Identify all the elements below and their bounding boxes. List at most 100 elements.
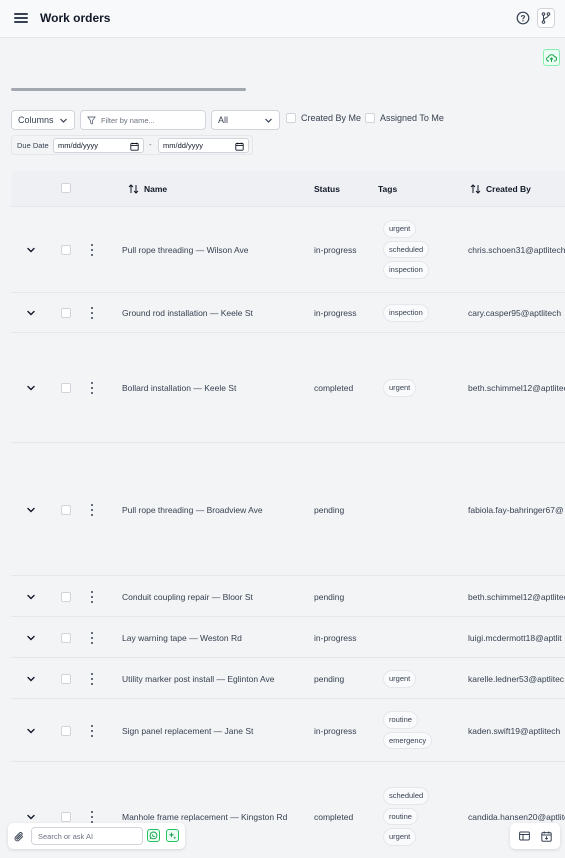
select-all-checkbox[interactable] bbox=[61, 183, 71, 193]
created-by-value: karelle.ledner53@aptlitec bbox=[468, 674, 565, 684]
more-vertical-icon[interactable] bbox=[89, 632, 95, 644]
tag-badge: scheduled bbox=[383, 787, 430, 805]
tag-list: routine emergency bbox=[383, 711, 433, 749]
row-checkbox[interactable] bbox=[61, 505, 71, 515]
status-value: in-progress bbox=[314, 633, 357, 643]
work-order-name[interactable]: Sign panel replacement — Jane St bbox=[122, 726, 253, 736]
tag-list: scheduled routine urgent bbox=[383, 787, 430, 846]
chevron-down-icon[interactable] bbox=[25, 504, 37, 516]
date-from-value: mm/dd/yyyy bbox=[58, 141, 99, 150]
column-header-tags[interactable]: Tags bbox=[378, 184, 397, 194]
table-row[interactable]: Pull rope threading — Wilson Ave in-progr… bbox=[11, 207, 565, 293]
panel-icon[interactable] bbox=[517, 829, 531, 843]
status-value: in-progress bbox=[314, 245, 357, 255]
assigned-to-me-label: Assigned To Me bbox=[380, 113, 444, 123]
more-vertical-icon[interactable] bbox=[89, 307, 95, 319]
ai-assistant-bar: Search or ask AI bbox=[8, 823, 185, 849]
whatsapp-icon[interactable] bbox=[147, 829, 160, 842]
work-order-name[interactable]: Bollard installation — Keele St bbox=[122, 383, 236, 393]
cloud-upload-icon[interactable] bbox=[543, 49, 560, 66]
row-checkbox[interactable] bbox=[61, 245, 71, 255]
table-row[interactable]: Bollard installation — Keele St completed… bbox=[11, 333, 565, 443]
table-row[interactable]: Utility marker post install — Eglinton A… bbox=[11, 658, 565, 699]
calendar-icon[interactable] bbox=[235, 142, 244, 151]
chevron-down-icon[interactable] bbox=[25, 307, 37, 319]
more-vertical-icon[interactable] bbox=[89, 673, 95, 685]
hamburger-icon[interactable] bbox=[14, 11, 28, 25]
column-header-created-by[interactable]: Created By bbox=[470, 184, 531, 194]
columns-label: Columns bbox=[18, 115, 54, 125]
chevron-down-icon[interactable] bbox=[25, 673, 37, 685]
assigned-to-me-checkbox[interactable]: Assigned To Me bbox=[365, 113, 444, 123]
created-by-value: luigi.mcdermott18@aptlit bbox=[468, 633, 562, 643]
chevron-down-icon[interactable] bbox=[25, 725, 37, 737]
due-date-from-input[interactable]: mm/dd/yyyy bbox=[53, 138, 144, 153]
created-by-value: candida.hansen20@aptlite bbox=[468, 812, 565, 822]
chevron-down-icon bbox=[265, 118, 272, 123]
column-label-tags: Tags bbox=[378, 184, 398, 194]
chevron-down-icon[interactable] bbox=[25, 591, 37, 603]
column-header-name[interactable]: Name bbox=[128, 184, 167, 194]
bottom-actions-bar bbox=[510, 823, 560, 849]
status-value: in-progress bbox=[314, 726, 357, 736]
more-vertical-icon[interactable] bbox=[89, 244, 95, 256]
chevron-down-icon[interactable] bbox=[25, 632, 37, 644]
work-order-name[interactable]: Utility marker post install — Eglinton A… bbox=[122, 674, 274, 684]
work-order-name[interactable]: Manhole frame replacement — Kingston Rd bbox=[122, 812, 287, 822]
ai-search-input[interactable]: Search or ask AI bbox=[31, 827, 143, 845]
help-circle-icon[interactable] bbox=[514, 9, 532, 27]
row-checkbox[interactable] bbox=[61, 674, 71, 684]
more-vertical-icon[interactable] bbox=[89, 725, 95, 737]
table-body: Pull rope threading — Wilson Ave in-progr… bbox=[11, 207, 565, 858]
table-row[interactable]: Pull rope threading — Broadview Ave pendi… bbox=[11, 443, 565, 576]
tag-list: urgent bbox=[383, 379, 417, 397]
chevron-down-icon[interactable] bbox=[25, 811, 37, 823]
paperclip-icon[interactable] bbox=[14, 830, 25, 848]
tag-badge: routine bbox=[383, 711, 418, 729]
checkbox[interactable] bbox=[365, 113, 375, 123]
work-orders-table: Name Status Tags Created By Pull rope th… bbox=[11, 171, 565, 858]
work-order-name[interactable]: Ground rod installation — Keele St bbox=[122, 308, 253, 318]
row-checkbox[interactable] bbox=[61, 383, 71, 393]
filter-placeholder: Filter by name... bbox=[101, 115, 155, 125]
calendar-export-icon[interactable] bbox=[539, 829, 553, 843]
created-by-value: fabiola.fay-bahringer67@ bbox=[468, 505, 564, 515]
row-checkbox[interactable] bbox=[61, 592, 71, 602]
chevron-down-icon[interactable] bbox=[25, 244, 37, 256]
tag-badge: urgent bbox=[383, 379, 417, 397]
status-select[interactable]: All bbox=[211, 110, 280, 130]
work-order-name[interactable]: Pull rope threading — Wilson Ave bbox=[122, 245, 248, 255]
row-checkbox[interactable] bbox=[61, 812, 71, 822]
sparkles-icon[interactable] bbox=[166, 829, 179, 842]
row-checkbox[interactable] bbox=[61, 726, 71, 736]
filter-by-name-input[interactable]: Filter by name... bbox=[80, 110, 206, 130]
more-vertical-icon[interactable] bbox=[89, 591, 95, 603]
table-row[interactable]: Lay warning tape — Weston Rd in-progress l… bbox=[11, 617, 565, 658]
created-by-value: beth.schimmel12@aptlitech bbox=[468, 383, 565, 393]
tag-badge: urgent bbox=[383, 670, 417, 688]
tag-badge: urgent bbox=[383, 828, 417, 846]
created-by-me-checkbox[interactable]: Created By Me bbox=[286, 113, 361, 123]
table-row[interactable]: Conduit coupling repair — Bloor St pendin… bbox=[11, 576, 565, 617]
git-branch-icon[interactable] bbox=[537, 8, 555, 28]
work-order-name[interactable]: Lay warning tape — Weston Rd bbox=[122, 633, 242, 643]
table-row[interactable]: Sign panel replacement — Jane St in-progr… bbox=[11, 699, 565, 762]
more-vertical-icon[interactable] bbox=[89, 382, 95, 394]
chevron-down-icon[interactable] bbox=[25, 382, 37, 394]
row-checkbox[interactable] bbox=[61, 308, 71, 318]
tag-badge: urgent bbox=[383, 220, 417, 238]
more-vertical-icon[interactable] bbox=[89, 504, 95, 516]
work-order-name[interactable]: Conduit coupling repair — Bloor St bbox=[122, 592, 253, 602]
created-by-value: kaden.swift19@aptlitech bbox=[468, 726, 561, 736]
due-date-to-input[interactable]: mm/dd/yyyy bbox=[158, 138, 249, 153]
status-value: in-progress bbox=[314, 308, 357, 318]
work-order-name[interactable]: Pull rope threading — Broadview Ave bbox=[122, 505, 263, 515]
column-header-status[interactable]: Status bbox=[314, 184, 340, 194]
columns-button[interactable]: Columns bbox=[11, 110, 75, 130]
table-row[interactable]: Ground rod installation — Keele St in-pro… bbox=[11, 293, 565, 333]
calendar-icon[interactable] bbox=[130, 142, 139, 151]
row-checkbox[interactable] bbox=[61, 633, 71, 643]
tag-badge: scheduled bbox=[383, 240, 430, 258]
checkbox[interactable] bbox=[286, 113, 296, 123]
more-vertical-icon[interactable] bbox=[89, 811, 95, 823]
